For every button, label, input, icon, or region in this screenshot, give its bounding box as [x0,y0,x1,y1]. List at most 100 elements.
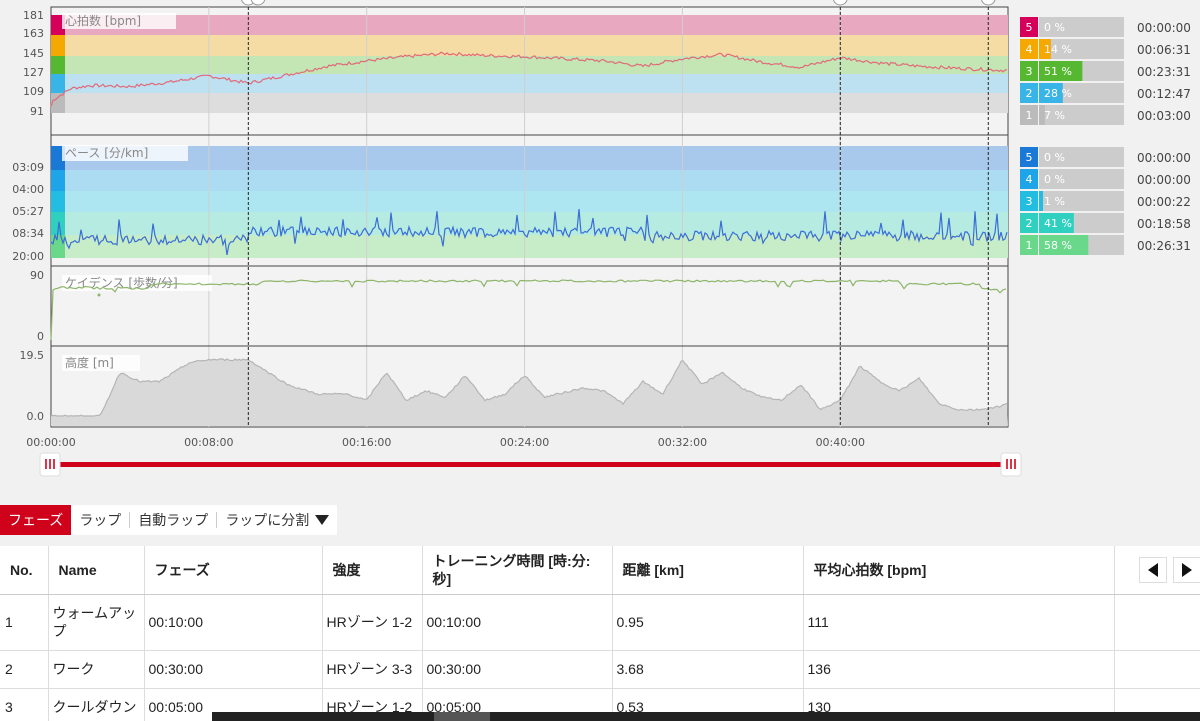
pace-zone-percent: 58 % [1044,239,1072,252]
hr-zone-number: 2 [1026,87,1033,100]
x-axis-tick: 00:24:00 [500,436,549,449]
col-header-no[interactable]: No. [0,546,49,595]
hr-zone-marker [51,74,65,93]
hr-zone-time: 00:06:31 [1137,43,1191,57]
hr-zone-number: 5 [1026,21,1033,34]
pace-zone-percent: 1 % [1044,195,1065,208]
x-axis-tick: 00:32:00 [658,436,707,449]
tab-phase[interactable]: フェーズ [0,505,72,535]
cell-no: 2 [0,650,49,689]
hr-zone-marker [51,93,65,113]
pace-zone-band [51,191,1008,212]
scroll-right-button[interactable] [1172,557,1200,583]
hr-zone-percent: 7 % [1044,109,1065,122]
pace-zone-marker [51,235,65,258]
hr-zone-time: 00:12:47 [1137,87,1191,101]
pace-zone-number: 3 [1026,195,1033,208]
pace-zone-band [51,146,1008,170]
range-handle-end[interactable] [1000,452,1022,477]
training-analysis-view: 181 163 145 127 109 91 03:09 04:00 05:27 08:34 20:… [0,0,1200,721]
cell-intensity: HRゾーン 3-3 [322,650,423,689]
hr-zone-percent: 51 % [1044,65,1072,78]
col-header-intensity[interactable]: 強度 [322,546,423,595]
cell-time: 00:10:00 [422,594,613,651]
col-header-time[interactable]: トレーニング時間 [時:分:秒] [422,546,613,595]
dropdown-arrow-icon [315,515,330,525]
cell-empty [1114,594,1200,651]
cadence-point [97,293,101,297]
training-charts[interactable]: 1811631451271099103:0904:0005:2708:3420:… [0,0,1200,490]
cell-time: 00:30:00 [422,650,613,689]
tab-split-lap[interactable]: ラップに分割 [217,505,338,535]
cell-name: クールダウン [48,688,145,721]
tab-split-lap-label: ラップに分割 [225,512,310,528]
pace-y-tick: 03:09 [12,161,44,174]
x-axis-tick: 00:00:00 [26,436,75,449]
altitude-y-tick: 19.5 [20,349,45,362]
hr-y-tick: 127 [23,66,44,79]
tab-lap[interactable]: ラップ [71,505,130,535]
hr-zone-marker [51,56,65,74]
pace-zone-time: 00:26:31 [1137,239,1191,253]
pace-y-tick: 08:34 [12,227,44,240]
pace-y-tick: 05:27 [12,205,44,218]
scrollbar-thumb[interactable] [434,712,490,721]
hr-zone-number: 3 [1026,65,1033,78]
phase-table: No. Name フェーズ 強度 トレーニング時間 [時:分:秒] 距離 [km… [0,546,1200,721]
pace-y-tick: 20:00 [12,250,44,263]
table-header-row: No. Name フェーズ 強度 トレーニング時間 [時:分:秒] 距離 [km… [0,546,1200,595]
cell-name: ウォームアップ [48,594,145,651]
cell-avg-hr: 111 [803,594,1115,651]
col-header-distance[interactable]: 距離 [km] [612,546,804,595]
chevron-left-icon [1147,563,1158,577]
pace-zone-bar-fill [1039,191,1043,211]
hr-zone-percent: 0 % [1044,21,1065,34]
hr-zone-band [51,74,1008,93]
horizontal-scrollbar[interactable] [212,712,1200,721]
pace-panel-label: ペース [分/km] [65,146,148,160]
pace-zone-time: 00:00:22 [1137,195,1191,209]
pace-zone-number: 2 [1026,217,1033,230]
table-row[interactable]: 2 ワーク 00:30:00 HRゾーン 3-3 00:30:00 3.68 1… [0,650,1200,689]
cell-distance: 3.68 [612,650,804,689]
cell-intensity: HRゾーン 1-2 [322,594,423,651]
hr-zone-marker [51,35,65,56]
hr-zone-time: 00:00:00 [1137,21,1191,35]
hr-zone-percent: 14 % [1044,43,1072,56]
hr-panel-label: 心拍数 [bpm] [65,13,141,28]
hr-zone-time: 00:23:31 [1137,65,1191,79]
cell-empty [1114,650,1200,689]
col-header-name[interactable]: Name [48,546,145,595]
pace-zone-band [51,170,1008,191]
table-row[interactable]: 1 ウォームアップ 00:10:00 HRゾーン 1-2 00:10:00 0.… [0,594,1200,651]
chevron-right-icon [1181,563,1192,577]
pace-zone-time: 00:18:58 [1137,217,1191,231]
col-header-avg-hr[interactable]: 平均心拍数 [bpm] [803,546,1115,595]
view-tabs: フェーズ ラップ 自動ラップ ラップに分割 [0,505,338,535]
hr-y-tick: 163 [23,27,44,40]
hr-zone-time: 00:03:00 [1137,109,1191,123]
col-scroll-nav [1114,546,1200,595]
pace-zone-marker [51,170,65,191]
pace-zone-number: 1 [1026,239,1033,252]
x-axis-tick: 00:16:00 [342,436,391,449]
col-header-phase[interactable]: フェーズ [144,546,323,595]
range-slider-track [50,462,1011,467]
range-handle-start[interactable] [39,452,61,477]
cell-name: ワーク [48,650,145,689]
phase-marker-handle [250,0,266,6]
pace-zone-time: 00:00:00 [1137,151,1191,165]
cadence-y-tick: 90 [30,269,44,282]
pace-zone-number: 4 [1026,173,1033,186]
phase-marker-handle [981,0,996,6]
hr-zone-number: 1 [1026,109,1033,122]
pace-y-tick: 04:00 [12,183,44,196]
scroll-left-button[interactable] [1138,557,1167,583]
cell-phase: 00:10:00 [144,594,323,651]
tab-auto-lap[interactable]: 自動ラップ [130,505,217,535]
pace-zone-number: 5 [1026,151,1033,164]
altitude-panel-label: 高度 [m] [65,355,114,370]
x-axis-tick: 00:40:00 [816,436,865,449]
cell-phase: 00:30:00 [144,650,323,689]
hr-y-tick: 91 [30,105,44,118]
